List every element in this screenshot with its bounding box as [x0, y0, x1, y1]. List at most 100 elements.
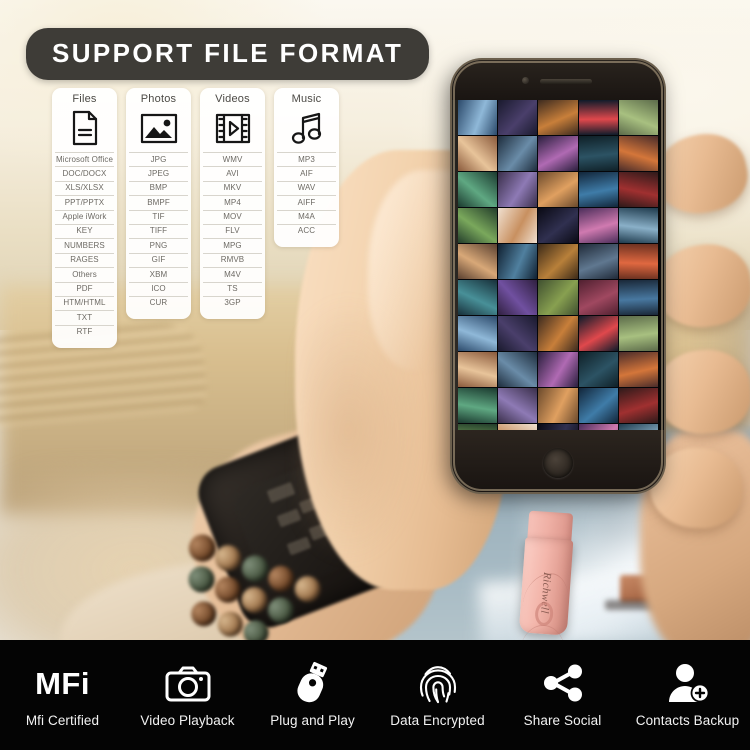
format-item: MP3 — [277, 152, 336, 166]
format-item: MKV — [203, 180, 262, 195]
photo-thumbnail[interactable] — [458, 208, 498, 243]
format-item: M4V — [203, 267, 262, 281]
photo-thumbnail[interactable] — [618, 208, 658, 243]
format-item: TXT — [55, 310, 114, 324]
photo-thumbnail[interactable] — [458, 280, 498, 315]
format-item: PPT/PPTX — [55, 195, 114, 209]
format-item: CUR — [129, 295, 188, 310]
camera-icon — [165, 662, 211, 704]
photo-thumbnail[interactable] — [578, 316, 618, 351]
format-item: RAGES — [55, 252, 114, 267]
photo-thumbnail[interactable] — [578, 136, 618, 171]
card-title: Files — [72, 93, 97, 105]
photo-thumbnail[interactable] — [618, 136, 658, 171]
photo-thumbnail[interactable] — [498, 136, 538, 171]
format-card-videos: Videos WMV AVI MKV MP4 MOV FLV MPG RMVB M4V TS 3GP — [200, 88, 265, 320]
photo-thumbnail[interactable] — [498, 316, 538, 351]
photo-thumbnail[interactable] — [578, 280, 618, 315]
photo-thumbnail[interactable] — [578, 388, 618, 423]
photo-thumbnail[interactable] — [538, 172, 578, 207]
photo-thumbnail[interactable] — [618, 388, 658, 423]
feature-bar: MFi Mfi Certified Video Playback Plug and P… — [0, 640, 750, 750]
photo-thumbnail[interactable] — [578, 208, 618, 243]
photo-thumbnail[interactable] — [498, 208, 538, 243]
feature-data-encrypted: Data Encrypted — [375, 662, 500, 728]
photo-thumbnail[interactable] — [498, 244, 538, 279]
photo-gallery-grid[interactable] — [458, 100, 658, 450]
feature-share-social: Share Social — [500, 662, 625, 728]
photo-thumbnail[interactable] — [618, 100, 658, 135]
photo-thumbnail[interactable] — [618, 244, 658, 279]
format-item: XLS/XLSX — [55, 180, 114, 195]
photo-thumbnail[interactable] — [498, 280, 538, 315]
feature-mfi-certified: MFi Mfi Certified — [0, 662, 125, 729]
photo-thumbnail[interactable] — [498, 172, 538, 207]
usb-flash-drive: Richwell — [518, 510, 575, 657]
format-item: XBM — [129, 267, 188, 281]
card-title: Music — [291, 93, 322, 105]
photo-thumbnail[interactable] — [538, 388, 578, 423]
format-item: WAV — [277, 180, 336, 195]
photo-thumbnail[interactable] — [538, 136, 578, 171]
photo-thumbnail[interactable] — [618, 352, 658, 387]
phone-bottom-bezel — [452, 430, 664, 492]
photo-thumbnail[interactable] — [458, 172, 498, 207]
format-item: PDF — [55, 281, 114, 296]
feature-label: Share Social — [523, 713, 602, 728]
format-item: Others — [55, 267, 114, 281]
photo-thumbnail[interactable] — [458, 388, 498, 423]
phone-screen[interactable] — [458, 100, 658, 450]
format-item: RTF — [55, 324, 114, 339]
format-item: TS — [203, 281, 262, 296]
format-item: RMVB — [203, 252, 262, 267]
smartphone[interactable] — [452, 60, 664, 492]
photo-thumbnail[interactable] — [618, 280, 658, 315]
photo-thumbnail[interactable] — [538, 316, 578, 351]
format-item: BMP — [129, 180, 188, 195]
share-nodes-icon — [540, 662, 586, 704]
fingerprint-icon — [418, 662, 458, 704]
card-title: Videos — [215, 93, 250, 105]
photo-thumbnail[interactable] — [618, 172, 658, 207]
photo-thumbnail[interactable] — [578, 100, 618, 135]
format-item: PNG — [129, 238, 188, 252]
photo-thumbnail[interactable] — [578, 244, 618, 279]
photo-thumbnail[interactable] — [538, 100, 578, 135]
format-item: MP4 — [203, 195, 262, 209]
photo-thumbnail[interactable] — [458, 100, 498, 135]
photo-thumbnail[interactable] — [618, 316, 658, 351]
card-title: Photos — [140, 93, 177, 105]
photo-thumbnail[interactable] — [578, 172, 618, 207]
mfi-wordmark: MFi — [35, 665, 90, 701]
page-title: SUPPORT FILE FORMAT — [52, 38, 404, 68]
photo-thumbnail[interactable] — [458, 136, 498, 171]
format-item: HTM/HTML — [55, 295, 114, 310]
photo-thumbnail[interactable] — [538, 208, 578, 243]
format-item: AVI — [203, 166, 262, 180]
format-item: AIFF — [277, 195, 336, 209]
photo-thumbnail[interactable] — [458, 352, 498, 387]
home-button[interactable] — [543, 448, 573, 478]
photo-thumbnail[interactable] — [498, 388, 538, 423]
photo-thumbnail[interactable] — [538, 244, 578, 279]
format-item: 3GP — [203, 295, 262, 310]
format-item: GIF — [129, 252, 188, 267]
format-item: TIFF — [129, 223, 188, 238]
photo-thumbnail[interactable] — [458, 244, 498, 279]
film-play-icon — [203, 109, 262, 147]
feature-label: Data Encrypted — [390, 713, 485, 728]
feature-video-playback: Video Playback — [125, 662, 250, 728]
format-item: Microsoft Office — [55, 152, 114, 166]
format-item: ICO — [129, 281, 188, 296]
front-camera-icon — [522, 77, 529, 84]
photo-thumbnail[interactable] — [498, 352, 538, 387]
photo-thumbnail[interactable] — [538, 352, 578, 387]
format-item: KEY — [55, 223, 114, 238]
feature-label: Contacts Backup — [635, 713, 740, 728]
format-item: MOV — [203, 209, 262, 224]
photo-thumbnail[interactable] — [578, 352, 618, 387]
photo-thumbnail[interactable] — [458, 316, 498, 351]
photo-thumbnail[interactable] — [498, 100, 538, 135]
format-item: Apple iWork — [55, 209, 114, 224]
photo-thumbnail[interactable] — [538, 280, 578, 315]
